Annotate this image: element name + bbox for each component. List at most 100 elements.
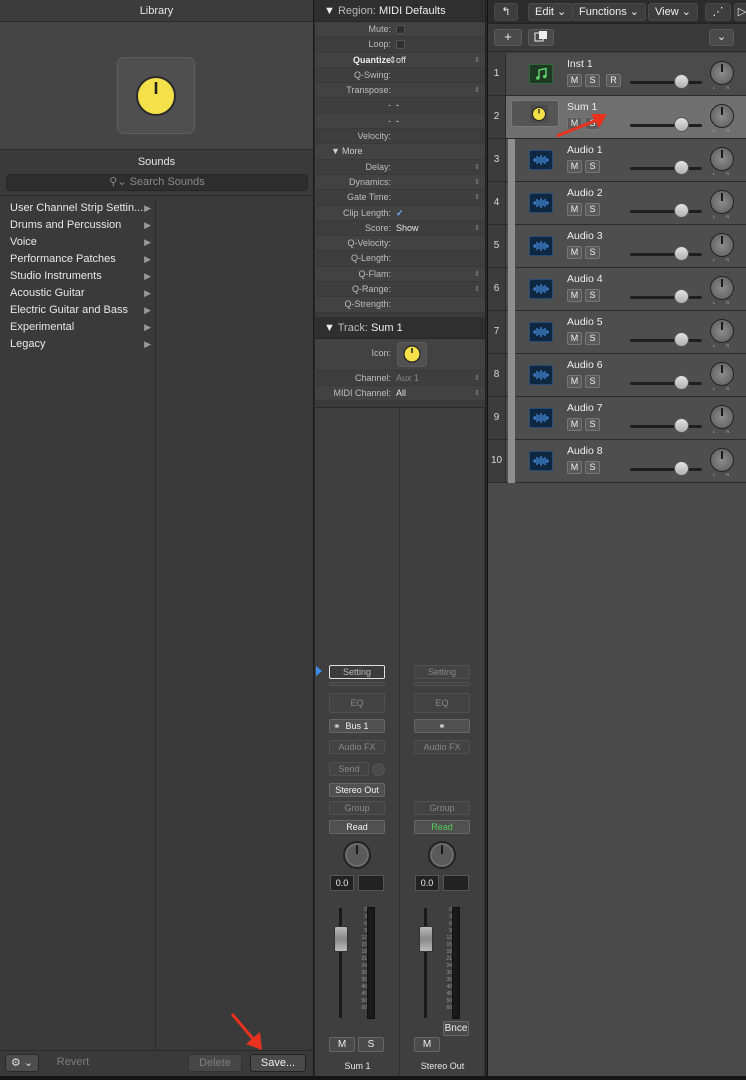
track-row-sum1[interactable]: 2 Sum 1 M S L R <box>488 96 746 139</box>
track-volume-slider[interactable] <box>630 425 702 428</box>
audio-waveform-icon[interactable] <box>529 236 553 256</box>
instrument-track-icon[interactable] <box>529 64 553 84</box>
clip-length-checkbox[interactable]: ✓ <box>396 206 404 221</box>
bounce-button[interactable]: Bnce <box>443 1021 469 1036</box>
track-name[interactable]: Audio 4 <box>567 273 603 285</box>
track-mute-button[interactable]: M <box>567 74 582 87</box>
view-menu[interactable]: View ⌄ <box>648 3 698 21</box>
subcategory-list[interactable] <box>156 200 313 1050</box>
track-pan-knob[interactable] <box>710 319 734 343</box>
track-name[interactable]: Audio 1 <box>567 144 603 156</box>
audio-waveform-icon[interactable] <box>529 150 553 170</box>
track-row-audio7[interactable]: 9 Audio 7 M S L R <box>488 397 746 440</box>
region-header[interactable]: ▼ Region: MIDI Defaults <box>315 0 485 22</box>
category-item[interactable]: Legacy ▶ <box>0 336 155 353</box>
track-mute-button[interactable]: M <box>567 418 582 431</box>
track-name[interactable]: Audio 7 <box>567 402 603 414</box>
track-name[interactable]: Audio 8 <box>567 445 603 457</box>
param-row-qlength[interactable]: Q-Length: <box>315 251 485 267</box>
group-slot[interactable]: Group <box>329 801 385 815</box>
track-name[interactable]: Inst 1 <box>567 58 593 70</box>
back-icon[interactable]: ↰ <box>494 3 518 21</box>
track-pan-knob[interactable] <box>710 448 734 472</box>
collapse-button[interactable]: ⌄ <box>709 29 734 46</box>
param-row-quantize[interactable]: Quantize ⇕ off ⇕ <box>315 52 485 68</box>
param-row-qstrength[interactable]: Q-Strength: <box>315 297 485 313</box>
track-row-audio6[interactable]: 8 Audio 6 M S L R <box>488 354 746 397</box>
patch-icon[interactable] <box>117 57 195 134</box>
audio-waveform-icon[interactable] <box>529 365 553 385</box>
track-mute-button[interactable]: M <box>567 461 582 474</box>
track-pan-knob[interactable] <box>710 276 734 300</box>
param-row-score[interactable]: Score: Show ⇕ <box>315 220 485 237</box>
track-solo-button[interactable]: S <box>585 74 600 87</box>
track-pan-knob[interactable] <box>710 190 734 214</box>
mute-button[interactable]: M <box>414 1037 440 1052</box>
input-slot[interactable]: ⚭ Bus 1 <box>329 719 385 733</box>
track-row-audio4[interactable]: 6 Audio 4 M S L R <box>488 268 746 311</box>
track-volume-slider[interactable] <box>630 167 702 170</box>
track-volume-knob[interactable] <box>673 375 689 390</box>
track-volume-knob[interactable] <box>673 246 689 261</box>
audio-waveform-icon[interactable] <box>529 408 553 428</box>
track-solo-button[interactable]: S <box>585 160 600 173</box>
automation-curve-icon[interactable]: ⋰ <box>705 3 731 21</box>
track-icon-button[interactable] <box>397 341 427 367</box>
more-section-toggle[interactable]: ▼ More <box>315 144 485 160</box>
track-pan-knob[interactable] <box>710 405 734 429</box>
param-row-velocity[interactable]: Velocity: <box>315 129 485 145</box>
track-name[interactable]: Audio 5 <box>567 316 603 328</box>
param-row-gate-time[interactable]: Gate Time: ⇕ <box>315 190 485 206</box>
track-volume-slider[interactable] <box>630 253 702 256</box>
track-solo-button[interactable]: S <box>585 117 600 130</box>
category-item[interactable]: Acoustic Guitar ▶ <box>0 285 155 302</box>
track-solo-button[interactable]: S <box>585 246 600 259</box>
category-item[interactable]: Performance Patches ▶ <box>0 251 155 268</box>
track-name[interactable]: Audio 2 <box>567 187 603 199</box>
track-volume-knob[interactable] <box>673 117 689 132</box>
track-volume-slider[interactable] <box>630 339 702 342</box>
track-volume-knob[interactable] <box>673 332 689 347</box>
catch-icon[interactable]: ▷ <box>734 3 746 21</box>
loop-checkbox[interactable] <box>396 40 405 50</box>
category-item[interactable]: User Channel Strip Settin... ▶ <box>0 200 155 217</box>
audio-waveform-icon[interactable] <box>529 193 553 213</box>
automation-mode[interactable]: Read <box>329 820 385 834</box>
param-row-qrange[interactable]: Q-Range: ⇕ <box>315 282 485 298</box>
search-sounds-input[interactable]: ⚲⌄ Search Sounds <box>6 174 308 191</box>
pan-knob[interactable] <box>428 841 456 869</box>
setting-button[interactable]: Setting <box>414 665 470 679</box>
summing-track-icon[interactable] <box>511 100 559 127</box>
setting-button[interactable]: Setting <box>329 665 385 679</box>
edit-menu[interactable]: Edit ⌄ <box>528 3 574 21</box>
param-row-midi-channel[interactable]: MIDI Channel: All ⇕ <box>315 385 485 402</box>
track-mute-button[interactable]: M <box>567 289 582 302</box>
category-item[interactable]: Electric Guitar and Bass ▶ <box>0 302 155 319</box>
track-row-audio2[interactable]: 4 Audio 2 M S L R <box>488 182 746 225</box>
track-row-audio1[interactable]: 3 Audio 1 M S L R <box>488 139 746 182</box>
category-item[interactable]: Drums and Percussion ▶ <box>0 217 155 234</box>
track-row-inst1[interactable]: 1 Inst 1 M S R L R <box>488 53 746 96</box>
pan-knob[interactable] <box>343 841 371 869</box>
track-list-empty-area[interactable] <box>488 483 746 1076</box>
track-mute-button[interactable]: M <box>567 375 582 388</box>
track-mute-button[interactable]: M <box>567 117 582 130</box>
track-mute-button[interactable]: M <box>567 203 582 216</box>
param-row-dynamics[interactable]: Dynamics: ⇕ <box>315 174 485 191</box>
track-pan-knob[interactable] <box>710 362 734 386</box>
input-slot[interactable]: ⚭ <box>414 719 470 733</box>
audio-waveform-icon[interactable] <box>529 451 553 471</box>
audio-fx-slot[interactable]: Audio FX <box>414 740 470 754</box>
group-slot[interactable]: Group <box>414 801 470 815</box>
add-track-button[interactable]: + <box>494 29 522 46</box>
track-name[interactable]: Audio 3 <box>567 230 603 242</box>
solo-button[interactable]: S <box>358 1037 384 1052</box>
track-solo-button[interactable]: S <box>585 289 600 302</box>
track-volume-slider[interactable] <box>630 296 702 299</box>
track-volume-slider[interactable] <box>630 468 702 471</box>
mute-checkbox[interactable] <box>396 25 405 34</box>
track-volume-knob[interactable] <box>673 461 689 476</box>
param-row-qvelocity[interactable]: Q-Velocity: <box>315 236 485 252</box>
eq-button[interactable]: EQ <box>329 693 385 713</box>
track-name[interactable]: Audio 6 <box>567 359 603 371</box>
